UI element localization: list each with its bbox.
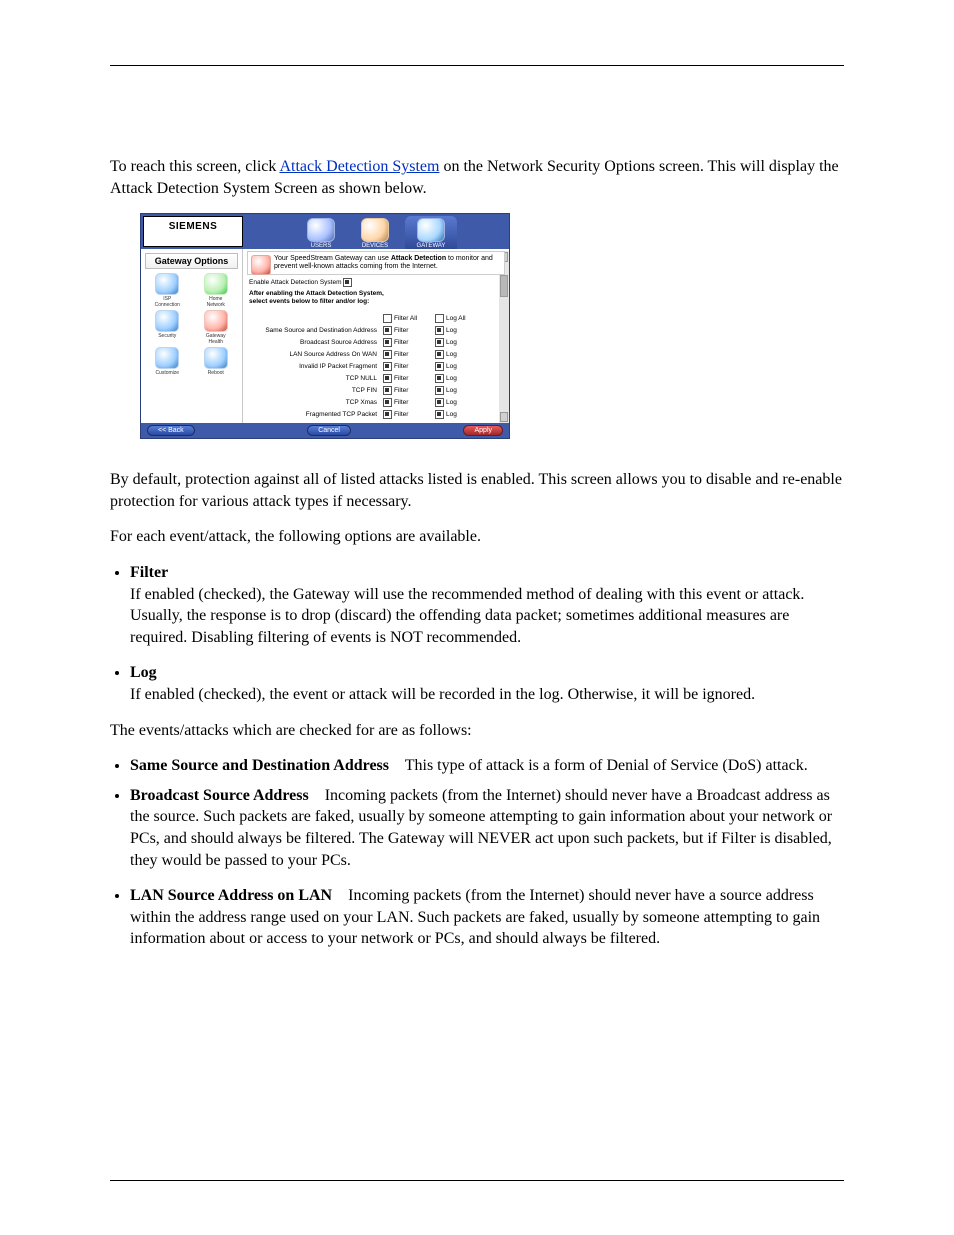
filter-checkbox[interactable] (383, 374, 392, 383)
log-checkbox[interactable] (435, 410, 444, 419)
options-list: Filter If enabled (checked), the Gateway… (110, 562, 844, 706)
table-row: Same Source and Destination AddressFilte… (249, 325, 503, 335)
gateway-health-icon (204, 310, 228, 332)
reboot-icon (204, 347, 228, 369)
after-screenshot-paragraph: By default, protection against all of li… (110, 469, 844, 512)
option-filter-term: Filter (130, 564, 168, 581)
main-pane: Your SpeedStream Gateway can use Attack … (243, 249, 509, 423)
events-intro: The events/attacks which are checked for… (110, 720, 844, 742)
table-row: LAN Source Address On WANFilterLog (249, 349, 503, 359)
filter-checkbox[interactable] (383, 350, 392, 359)
enable-ads-row: Enable Attack Detection System (247, 275, 505, 290)
sidebar-item-isp[interactable]: ISPConnection (143, 273, 192, 308)
option-log-term: Log (130, 664, 157, 681)
top-rule (110, 65, 844, 66)
log-checkbox[interactable] (435, 398, 444, 407)
log-checkbox[interactable] (435, 362, 444, 371)
scroll-down-icon[interactable] (500, 412, 508, 422)
log-checkbox[interactable] (435, 386, 444, 395)
list-item: Same Source and Destination Address This… (130, 755, 844, 777)
gateway-icon (417, 218, 445, 242)
list-item: Broadcast Source Address Incoming packet… (130, 785, 844, 871)
filter-checkbox[interactable] (383, 362, 392, 371)
filter-checkbox[interactable] (383, 386, 392, 395)
event-desc: This type of attack is a form of Denial … (405, 757, 808, 774)
filter-checkbox[interactable] (383, 410, 392, 419)
log-all-checkbox[interactable] (435, 314, 444, 323)
intro-pre: To reach this screen, click (110, 158, 279, 175)
filter-checkbox[interactable] (383, 338, 392, 347)
sidebar-title: Gateway Options (145, 253, 238, 269)
intro-paragraph: To reach this screen, click Attack Detec… (110, 156, 844, 199)
table-row: TCP NULLFilterLog (249, 373, 503, 383)
users-icon (307, 218, 335, 242)
home-network-icon (204, 273, 228, 295)
list-item: Log If enabled (checked), the event or a… (130, 662, 844, 705)
brand-logo: SIEMENS (143, 216, 243, 247)
attack-detection-link[interactable]: Attack Detection System (279, 158, 439, 175)
sidebar-item-security[interactable]: Security (143, 310, 192, 345)
sidebar-item-reboot[interactable]: Reboot (192, 347, 241, 376)
customize-icon (155, 347, 179, 369)
table-row: Broadcast Source AddressFilterLog (249, 337, 503, 347)
log-checkbox[interactable] (435, 326, 444, 335)
list-item: Filter If enabled (checked), the Gateway… (130, 562, 844, 648)
filter-all-checkbox[interactable] (383, 314, 392, 323)
scrollbar[interactable] (499, 251, 509, 423)
sidebar-item-home-network[interactable]: HomeNetwork (192, 273, 241, 308)
log-checkbox[interactable] (435, 374, 444, 383)
table-row: Invalid IP Packet FragmentFilterLog (249, 361, 503, 371)
tab-gateway[interactable]: GATEWAY (405, 216, 457, 249)
sidebar: Gateway Options ISPConnection HomeNetwor… (141, 249, 243, 423)
security-icon (155, 310, 179, 332)
attack-detection-icon (251, 255, 271, 275)
scroll-thumb[interactable] (500, 275, 508, 297)
enable-ads-checkbox[interactable] (343, 278, 352, 287)
table-row: TCP FINFilterLog (249, 385, 503, 395)
table-row: TCP XmasFilterLog (249, 397, 503, 407)
info-banner: Your SpeedStream Gateway can use Attack … (247, 251, 505, 275)
apply-button[interactable]: Apply (463, 425, 503, 436)
isp-icon (155, 273, 179, 295)
log-checkbox[interactable] (435, 350, 444, 359)
sidebar-item-customize[interactable]: Customize (143, 347, 192, 376)
list-item: LAN Source Address on LAN Incoming packe… (130, 885, 844, 950)
after-enable-text: After enabling the Attack Detection Syst… (247, 290, 505, 311)
event-term: LAN Source Address on LAN (130, 887, 332, 904)
option-filter-desc: If enabled (checked), the Gateway will u… (130, 586, 804, 646)
table-row: Fragmented TCP PacketFilterLog (249, 409, 503, 419)
events-table: Filter All Log All Same Source and Desti… (247, 311, 505, 421)
log-checkbox[interactable] (435, 338, 444, 347)
tab-users[interactable]: USERS (297, 218, 345, 249)
gateway-screenshot: SIEMENS USERS DEVICES GATEWAY (140, 213, 510, 439)
event-term: Same Source and Destination Address (130, 757, 389, 774)
filter-checkbox[interactable] (383, 326, 392, 335)
event-term: Broadcast Source Address (130, 787, 309, 804)
screenshot-container: SIEMENS USERS DEVICES GATEWAY (140, 213, 844, 439)
cancel-button[interactable]: Cancel (307, 425, 351, 436)
devices-icon (361, 218, 389, 242)
option-log-desc: If enabled (checked), the event or attac… (130, 686, 755, 703)
events-list: Same Source and Destination Address This… (110, 755, 844, 950)
tab-devices[interactable]: DEVICES (351, 218, 399, 249)
for-each-paragraph: For each event/attack, the following opt… (110, 526, 844, 548)
back-button[interactable]: << Back (147, 425, 195, 436)
filter-checkbox[interactable] (383, 398, 392, 407)
sidebar-item-gateway-health[interactable]: GatewayHealth (192, 310, 241, 345)
bottom-rule (110, 1180, 844, 1181)
